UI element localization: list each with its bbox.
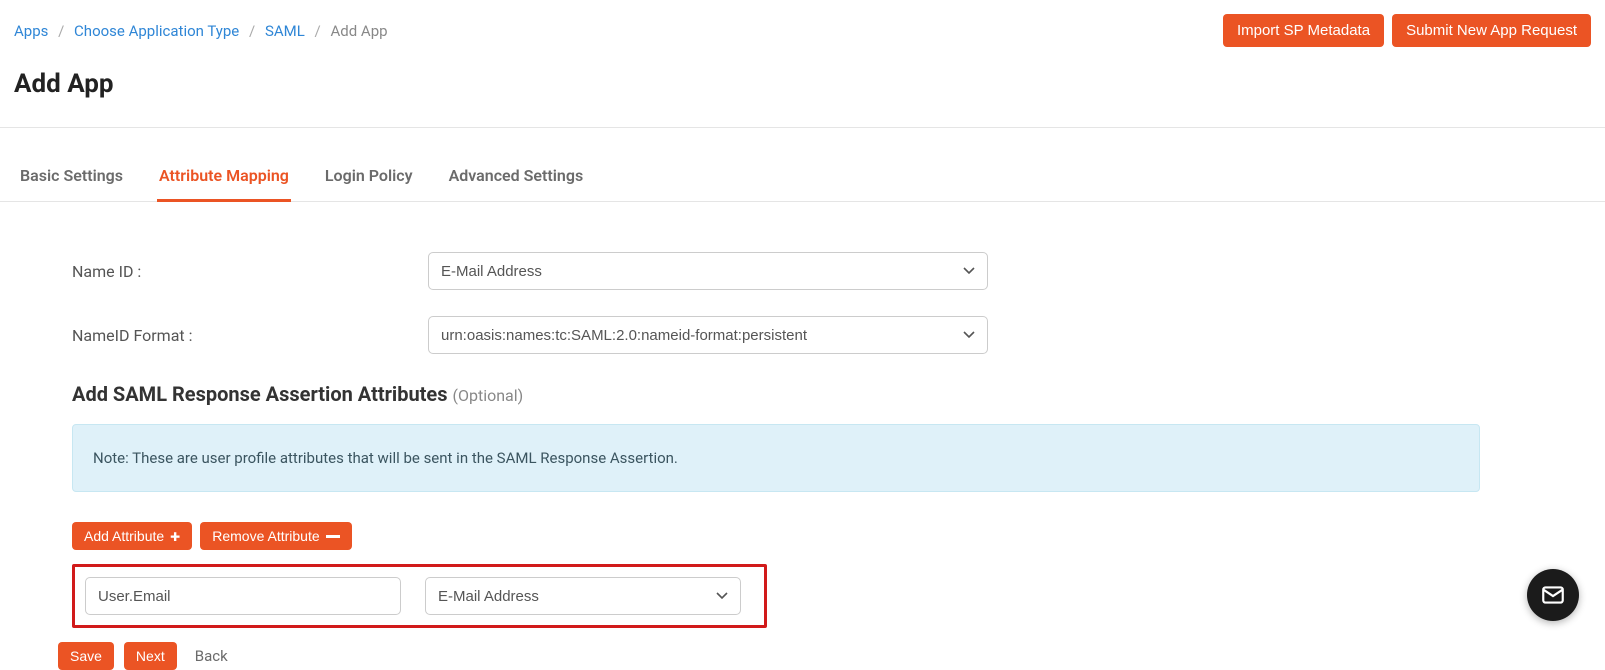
save-button[interactable]: Save: [58, 642, 114, 670]
attribute-mapping-select[interactable]: E-Mail Address: [425, 577, 741, 615]
footer-actions: Save Next Back: [58, 642, 1480, 670]
breadcrumb-choose-app-type[interactable]: Choose Application Type: [74, 22, 239, 40]
breadcrumb-sep: /: [58, 22, 64, 40]
next-button[interactable]: Next: [124, 642, 177, 670]
assertion-heading-text: Add SAML Response Assertion Attributes: [72, 382, 448, 406]
assertion-heading: Add SAML Response Assertion Attributes (…: [72, 382, 1480, 406]
add-attribute-label: Add Attribute: [84, 528, 164, 544]
row-name-id: Name ID : E-Mail Address: [72, 252, 1480, 290]
breadcrumb-current: Add App: [330, 22, 387, 40]
tab-login-policy[interactable]: Login Policy: [323, 154, 415, 202]
mail-icon: [1540, 582, 1566, 608]
minus-icon: [326, 535, 340, 538]
tab-attribute-mapping[interactable]: Attribute Mapping: [157, 154, 291, 202]
divider: [0, 127, 1605, 128]
back-link[interactable]: Back: [195, 647, 228, 665]
tab-basic-settings[interactable]: Basic Settings: [18, 154, 125, 202]
attribute-actions: Add Attribute Remove Attribute: [72, 522, 1480, 550]
breadcrumb-saml[interactable]: SAML: [265, 22, 305, 40]
breadcrumb-sep: /: [315, 22, 321, 40]
assertion-optional: (Optional): [453, 386, 524, 405]
attribute-row-highlight: E-Mail Address: [72, 564, 767, 628]
breadcrumb-apps[interactable]: Apps: [14, 22, 48, 40]
page-title: Add App: [0, 47, 1605, 127]
attribute-name-input[interactable]: [85, 577, 401, 615]
submit-new-app-request-button[interactable]: Submit New App Request: [1392, 14, 1591, 47]
breadcrumb-sep: /: [249, 22, 255, 40]
nameid-format-label: NameID Format :: [72, 326, 428, 345]
assertion-note: Note: These are user profile attributes …: [72, 424, 1480, 492]
remove-attribute-label: Remove Attribute: [212, 528, 319, 544]
tab-advanced-settings[interactable]: Advanced Settings: [447, 154, 586, 202]
remove-attribute-button[interactable]: Remove Attribute: [200, 522, 351, 550]
breadcrumb: Apps / Choose Application Type / SAML / …: [14, 22, 388, 40]
name-id-select[interactable]: E-Mail Address: [428, 252, 988, 290]
name-id-label: Name ID :: [72, 262, 428, 281]
import-sp-metadata-button[interactable]: Import SP Metadata: [1223, 14, 1384, 47]
tabs: Basic Settings Attribute Mapping Login P…: [0, 154, 1605, 202]
content-area: Name ID : E-Mail Address NameID Format :…: [0, 202, 1480, 670]
top-actions: Import SP Metadata Submit New App Reques…: [1223, 14, 1591, 47]
add-attribute-button[interactable]: Add Attribute: [72, 522, 192, 550]
nameid-format-select[interactable]: urn:oasis:names:tc:SAML:2.0:nameid-forma…: [428, 316, 988, 354]
row-nameid-format: NameID Format : urn:oasis:names:tc:SAML:…: [72, 316, 1480, 354]
chat-fab[interactable]: [1527, 569, 1579, 621]
plus-icon: [170, 528, 180, 544]
